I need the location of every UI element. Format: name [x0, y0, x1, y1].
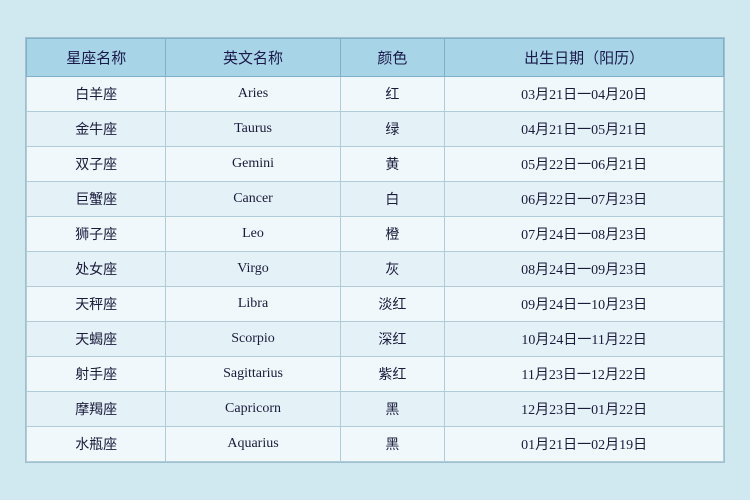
- table-row: 巨蟹座Cancer白06月22日一07月23日: [27, 182, 724, 217]
- table-row: 水瓶座Aquarius黑01月21日一02月19日: [27, 427, 724, 462]
- cell-color: 淡红: [340, 287, 445, 322]
- cell-en-name: Sagittarius: [166, 357, 340, 392]
- cell-color: 绿: [340, 112, 445, 147]
- cell-cn-name: 射手座: [27, 357, 166, 392]
- cell-color: 紫红: [340, 357, 445, 392]
- cell-cn-name: 天秤座: [27, 287, 166, 322]
- cell-en-name: Cancer: [166, 182, 340, 217]
- cell-cn-name: 金牛座: [27, 112, 166, 147]
- table-row: 摩羯座Capricorn黑12月23日一01月22日: [27, 392, 724, 427]
- cell-en-name: Capricorn: [166, 392, 340, 427]
- table-header-row: 星座名称 英文名称 颜色 出生日期（阳历）: [27, 39, 724, 77]
- table-row: 处女座Virgo灰08月24日一09月23日: [27, 252, 724, 287]
- cell-color: 黄: [340, 147, 445, 182]
- header-en-name: 英文名称: [166, 39, 340, 77]
- cell-date: 05月22日一06月21日: [445, 147, 724, 182]
- header-color: 颜色: [340, 39, 445, 77]
- table-row: 狮子座Leo橙07月24日一08月23日: [27, 217, 724, 252]
- cell-en-name: Libra: [166, 287, 340, 322]
- cell-cn-name: 水瓶座: [27, 427, 166, 462]
- cell-date: 01月21日一02月19日: [445, 427, 724, 462]
- cell-color: 黑: [340, 392, 445, 427]
- cell-cn-name: 巨蟹座: [27, 182, 166, 217]
- cell-color: 橙: [340, 217, 445, 252]
- table-row: 天蝎座Scorpio深红10月24日一11月22日: [27, 322, 724, 357]
- cell-date: 06月22日一07月23日: [445, 182, 724, 217]
- cell-color: 深红: [340, 322, 445, 357]
- table-row: 双子座Gemini黄05月22日一06月21日: [27, 147, 724, 182]
- cell-cn-name: 摩羯座: [27, 392, 166, 427]
- cell-cn-name: 双子座: [27, 147, 166, 182]
- cell-cn-name: 天蝎座: [27, 322, 166, 357]
- cell-en-name: Virgo: [166, 252, 340, 287]
- cell-cn-name: 白羊座: [27, 77, 166, 112]
- cell-en-name: Gemini: [166, 147, 340, 182]
- cell-cn-name: 狮子座: [27, 217, 166, 252]
- cell-date: 08月24日一09月23日: [445, 252, 724, 287]
- cell-date: 12月23日一01月22日: [445, 392, 724, 427]
- cell-date: 10月24日一11月22日: [445, 322, 724, 357]
- cell-color: 黑: [340, 427, 445, 462]
- cell-color: 红: [340, 77, 445, 112]
- header-date: 出生日期（阳历）: [445, 39, 724, 77]
- cell-en-name: Taurus: [166, 112, 340, 147]
- cell-date: 09月24日一10月23日: [445, 287, 724, 322]
- cell-en-name: Aquarius: [166, 427, 340, 462]
- table-row: 白羊座Aries红03月21日一04月20日: [27, 77, 724, 112]
- cell-en-name: Scorpio: [166, 322, 340, 357]
- cell-cn-name: 处女座: [27, 252, 166, 287]
- table-row: 天秤座Libra淡红09月24日一10月23日: [27, 287, 724, 322]
- cell-date: 03月21日一04月20日: [445, 77, 724, 112]
- cell-en-name: Leo: [166, 217, 340, 252]
- cell-color: 灰: [340, 252, 445, 287]
- zodiac-table: 星座名称 英文名称 颜色 出生日期（阳历） 白羊座Aries红03月21日一04…: [25, 37, 725, 463]
- header-cn-name: 星座名称: [27, 39, 166, 77]
- cell-color: 白: [340, 182, 445, 217]
- cell-en-name: Aries: [166, 77, 340, 112]
- table-row: 金牛座Taurus绿04月21日一05月21日: [27, 112, 724, 147]
- cell-date: 07月24日一08月23日: [445, 217, 724, 252]
- cell-date: 11月23日一12月22日: [445, 357, 724, 392]
- table-row: 射手座Sagittarius紫红11月23日一12月22日: [27, 357, 724, 392]
- cell-date: 04月21日一05月21日: [445, 112, 724, 147]
